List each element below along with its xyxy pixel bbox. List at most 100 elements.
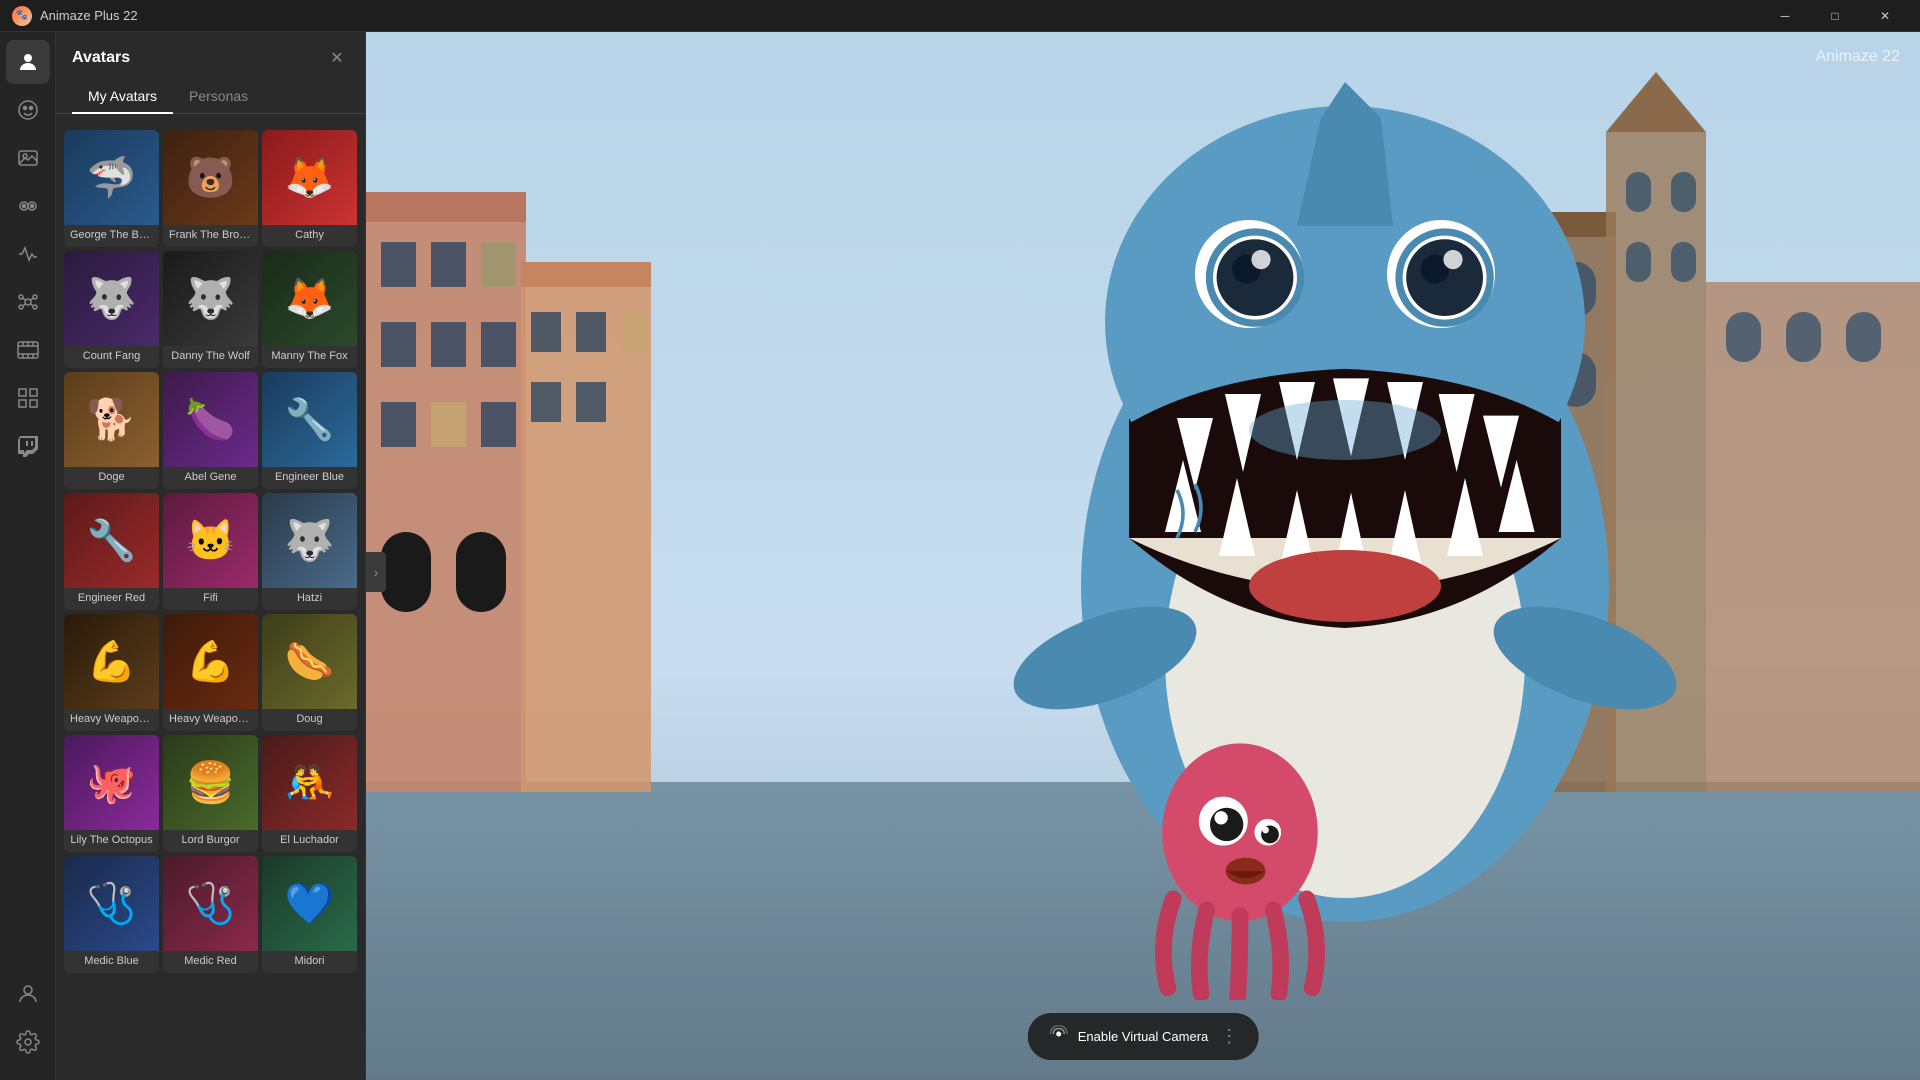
avatar-card-el[interactable]: 🤼 El Luchador	[262, 735, 357, 852]
avatar-icon-abel: 🍆	[186, 400, 236, 440]
avatar-thumb-lily: 🐙	[64, 735, 159, 830]
avatar-card-doge[interactable]: 🐕Doge	[64, 372, 159, 489]
avatar-card-manny[interactable]: 🦊Manny The Fox	[262, 251, 357, 368]
avatars-panel: Avatars ✕ My Avatars Personas 🦈 George Th…	[56, 32, 366, 1080]
avatar-thumb-doge: 🐕	[64, 372, 159, 467]
icon-sidebar	[0, 32, 56, 1080]
sidebar-item-scene[interactable]	[6, 136, 50, 180]
avatar-icon-frank: 🐻	[186, 158, 236, 198]
avatar-icon-engblue: 🔧	[285, 400, 335, 440]
avatar-icon-lord: 🍔	[186, 763, 236, 803]
avatar-name-lily: Lily The Octopus	[64, 830, 159, 852]
avatar-thumb-midori: 💙	[262, 856, 357, 951]
expand-panel-button[interactable]: ›	[366, 552, 386, 592]
titlebar-left: 🐾 Animaze Plus 22	[12, 6, 138, 26]
avatar-card-heavy2[interactable]: 💪Heavy Weapons...	[163, 614, 258, 731]
avatar-thumb-count: 🐺	[64, 251, 159, 346]
toolbar-more-button[interactable]: ⋮	[1220, 1026, 1238, 1047]
sidebar-item-avatar[interactable]	[6, 40, 50, 84]
avatar-name-medblue: Medic Blue	[64, 951, 159, 973]
avatar-icon-medred: 🩺	[186, 884, 236, 924]
sidebar-item-user[interactable]	[6, 972, 50, 1016]
avatars-close-button[interactable]: ✕	[325, 46, 349, 70]
sidebar-item-twitch[interactable]	[6, 424, 50, 468]
avatar-icon-cathy: 🦊	[285, 158, 335, 198]
avatar-card-danny[interactable]: 🐺 Danny The Wolf	[163, 251, 258, 368]
avatar-name-frank: Frank The Brown...	[163, 225, 258, 247]
maximize-button[interactable]: □	[1812, 0, 1858, 32]
app-layout: Avatars ✕ My Avatars Personas 🦈 George Th…	[0, 32, 1920, 1080]
avatar-card-george[interactable]: 🦈 George The Bo...	[64, 130, 159, 247]
avatar-icon-george: 🦈	[87, 158, 137, 198]
sidebar-item-motion[interactable]	[6, 232, 50, 276]
avatar-thumb-engblue: 🔧	[262, 372, 357, 467]
avatar-icon-hatzi: 🐺	[285, 521, 335, 561]
sidebar-item-film[interactable]	[6, 328, 50, 372]
avatar-icon-danny: 🐺	[186, 279, 236, 319]
avatar-card-frank[interactable]: 🐻 Frank The Brown...	[163, 130, 258, 247]
enable-virtual-camera-button[interactable]: Enable Virtual Camera	[1048, 1023, 1209, 1050]
app-title: Animaze Plus 22	[40, 8, 138, 23]
avatar-thumb-manny: 🦊	[262, 251, 357, 346]
sidebar-item-props[interactable]	[6, 280, 50, 324]
avatar-card-doug[interactable]: 🌭Doug	[262, 614, 357, 731]
avatar-thumb-cathy: 🦊	[262, 130, 357, 225]
avatar-thumb-george: 🦈	[64, 130, 159, 225]
avatar-icon-manny: 🦊	[285, 279, 335, 319]
avatar-thumb-lord: 🍔	[163, 735, 258, 830]
avatar-name-george: George The Bo...	[64, 225, 159, 247]
avatar-icon-el: 🤼	[285, 763, 335, 803]
avatar-name-heavy2: Heavy Weapons...	[163, 709, 258, 731]
avatar-card-hatzi[interactable]: 🐺 Hatzi	[262, 493, 357, 610]
app-logo: 🐾	[12, 6, 32, 26]
avatar-card-fifi[interactable]: 🐱Fifi	[163, 493, 258, 610]
main-viewport[interactable]: Animaze 22 Enable Virtual Camera ⋮	[366, 32, 1920, 1080]
avatar-icon-medblue: 🩺	[87, 884, 137, 924]
avatar-thumb-hatzi: 🐺	[262, 493, 357, 588]
avatar-name-hatzi: Hatzi	[262, 588, 357, 610]
sidebar-item-grid[interactable]	[6, 376, 50, 420]
avatar-name-engblue: Engineer Blue	[262, 467, 357, 489]
avatar-icon-doge: 🐕	[87, 400, 137, 440]
shark-character	[970, 82, 1720, 982]
avatar-name-cathy: Cathy	[262, 225, 357, 247]
avatar-icon-lily: 🐙	[87, 763, 137, 803]
avatar-name-count: Count Fang	[64, 346, 159, 368]
avatar-card-engred[interactable]: 🔧Engineer Red	[64, 493, 159, 610]
avatars-grid: 🦈 George The Bo... 🐻 Frank The Brown... 🦊 Cat…	[56, 122, 365, 1080]
avatar-thumb-fifi: 🐱	[163, 493, 258, 588]
avatar-card-medred[interactable]: 🩺Medic Red	[163, 856, 258, 973]
tab-my-avatars[interactable]: My Avatars	[72, 80, 173, 114]
minimize-button[interactable]: ─	[1762, 0, 1808, 32]
avatar-card-abel[interactable]: 🍆 Abel Gene	[163, 372, 258, 489]
avatar-card-midori[interactable]: 💙Midori	[262, 856, 357, 973]
avatars-tabs: My Avatars Personas	[56, 80, 365, 114]
avatars-header: Avatars ✕	[56, 32, 365, 80]
avatar-name-abel: Abel Gene	[163, 467, 258, 489]
avatar-card-heavy1[interactable]: 💪Heavy Weapons...	[64, 614, 159, 731]
camera-signal-icon	[1048, 1023, 1070, 1050]
avatar-name-el: El Luchador	[262, 830, 357, 852]
avatar-card-count[interactable]: 🐺Count Fang	[64, 251, 159, 368]
tab-personas[interactable]: Personas	[173, 80, 264, 114]
avatar-icon-engred: 🔧	[87, 521, 137, 561]
avatar-thumb-el: 🤼	[262, 735, 357, 830]
avatar-name-danny: Danny The Wolf	[163, 346, 258, 368]
close-button[interactable]: ✕	[1862, 0, 1908, 32]
avatar-thumb-doug: 🌭	[262, 614, 357, 709]
avatar-card-engblue[interactable]: 🔧 Engineer Blue	[262, 372, 357, 489]
avatar-card-lord[interactable]: 🍔Lord Burgor	[163, 735, 258, 852]
avatar-thumb-engred: 🔧	[64, 493, 159, 588]
avatar-thumb-danny: 🐺	[163, 251, 258, 346]
avatar-card-lily[interactable]: 🐙 Lily The Octopus	[64, 735, 159, 852]
avatar-card-cathy[interactable]: 🦊 Cathy	[262, 130, 357, 247]
avatars-title: Avatars	[72, 49, 130, 67]
avatar-card-medblue[interactable]: 🩺 Medic Blue	[64, 856, 159, 973]
avatar-icon-doug: 🌭	[285, 642, 335, 682]
sidebar-item-face[interactable]	[6, 88, 50, 132]
top-right-label: Animaze 22	[1816, 48, 1901, 66]
titlebar: 🐾 Animaze Plus 22 ─ □ ✕	[0, 0, 1920, 32]
sidebar-item-eyes[interactable]	[6, 184, 50, 228]
sidebar-item-settings[interactable]	[6, 1020, 50, 1064]
avatar-thumb-abel: 🍆	[163, 372, 258, 467]
